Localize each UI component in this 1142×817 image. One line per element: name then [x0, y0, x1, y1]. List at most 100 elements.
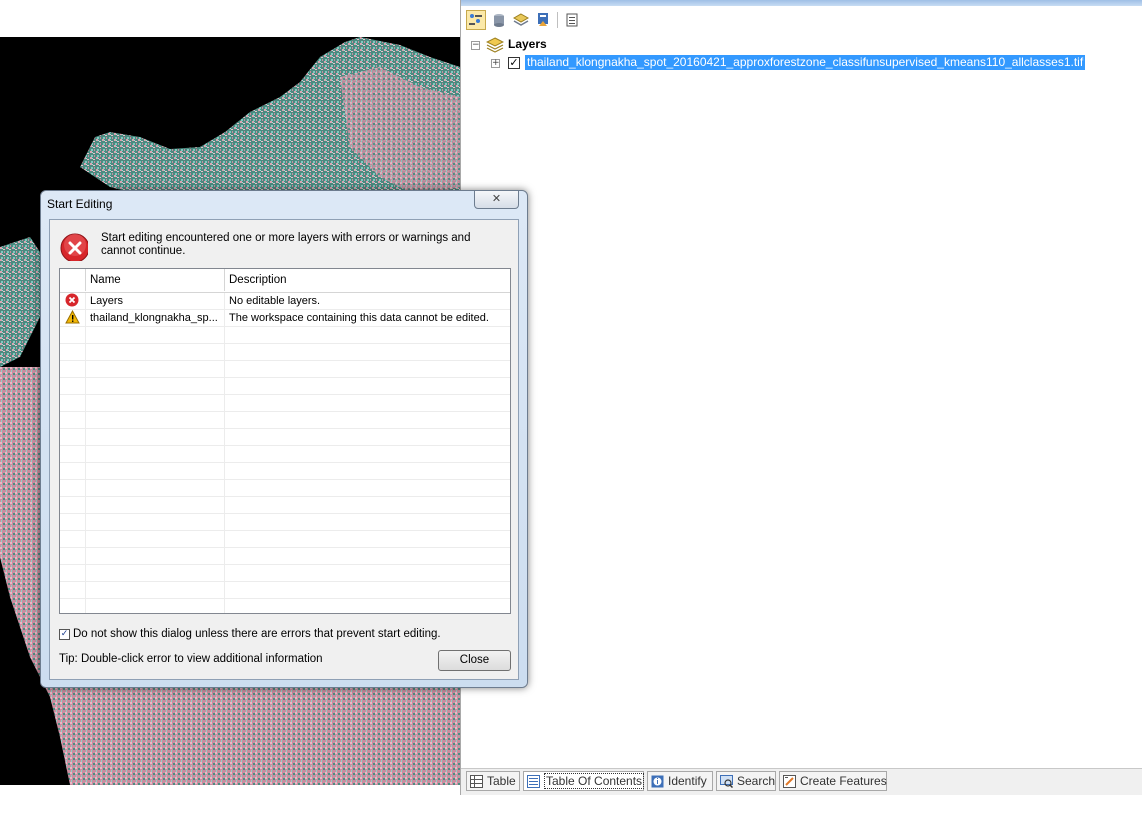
- empty-table-row: [60, 395, 510, 412]
- row-icon-cell: [60, 514, 86, 530]
- layer-visibility-checkbox[interactable]: ✓: [508, 57, 520, 69]
- empty-table-row: [60, 565, 510, 582]
- error-icon: [60, 293, 86, 309]
- start-editing-dialog: Start Editing ✕ Start editing encountere…: [40, 190, 528, 688]
- list-by-selection-icon[interactable]: [533, 10, 553, 30]
- layers-group-icon: [485, 37, 505, 56]
- empty-table-row: [60, 378, 510, 395]
- empty-table-row: [60, 463, 510, 480]
- options-icon[interactable]: [562, 10, 582, 30]
- row-name: [86, 599, 225, 613]
- row-description: [225, 497, 510, 513]
- row-description: [225, 565, 510, 581]
- row-icon-cell: [60, 344, 86, 360]
- layers-group-label[interactable]: Layers: [508, 37, 547, 51]
- row-icon-cell: [60, 412, 86, 428]
- row-icon-cell: [60, 548, 86, 564]
- row-name: [86, 463, 225, 479]
- row-name: [86, 565, 225, 581]
- grid-header: Name Description: [60, 269, 510, 293]
- empty-table-row: [60, 412, 510, 429]
- column-description[interactable]: Description: [225, 269, 510, 291]
- tab-create-features-label: Create Features: [800, 774, 887, 788]
- row-description: [225, 429, 510, 445]
- collapse-layers-icon[interactable]: −: [471, 41, 480, 50]
- tab-table-label: Table: [487, 774, 516, 788]
- close-button[interactable]: Close: [438, 650, 511, 671]
- tip-text: Tip: Double-click error to view addition…: [59, 653, 323, 665]
- toc-toolbar: [461, 6, 1142, 35]
- error-list-grid[interactable]: Name Description Layers No editable layer…: [59, 268, 511, 614]
- toc-icon: [527, 774, 540, 788]
- row-name: [86, 395, 225, 411]
- row-name: [86, 361, 225, 377]
- row-name: [86, 378, 225, 394]
- grid-icon-column: [60, 269, 86, 291]
- table-row[interactable]: Layers No editable layers.: [60, 293, 510, 310]
- empty-table-row: [60, 599, 510, 613]
- row-name: [86, 327, 225, 343]
- row-icon-cell: [60, 480, 86, 496]
- row-name: [86, 548, 225, 564]
- row-description: [225, 599, 510, 613]
- tab-table[interactable]: Table: [466, 771, 520, 791]
- empty-table-row: [60, 361, 510, 378]
- row-name: [86, 344, 225, 360]
- list-by-source-icon[interactable]: [489, 10, 509, 30]
- row-icon-cell: [60, 378, 86, 394]
- table-row[interactable]: thailand_klongnakha_sp... The workspace c…: [60, 310, 510, 327]
- row-icon-cell: [60, 582, 86, 598]
- create-features-icon: [783, 774, 796, 788]
- tab-identify-label: Identify: [668, 774, 707, 788]
- list-by-visibility-icon[interactable]: [511, 10, 531, 30]
- row-description: [225, 361, 510, 377]
- row-description: The workspace containing this data canno…: [229, 312, 489, 324]
- row-icon-cell: [60, 446, 86, 462]
- tab-search-label: Search: [737, 774, 776, 788]
- expand-layer-icon[interactable]: +: [491, 59, 500, 68]
- row-description: [225, 378, 510, 394]
- dock-tab-strip: Table Table Of Contents Identify Search …: [461, 768, 1142, 795]
- column-name[interactable]: Name: [86, 269, 225, 291]
- layer-name-selected[interactable]: thailand_klongnakha_spot_20160421_approx…: [525, 55, 1086, 70]
- row-icon-cell: [60, 599, 86, 613]
- list-by-drawing-order-icon[interactable]: [466, 10, 486, 30]
- empty-table-row: [60, 480, 510, 497]
- dont-show-checkbox[interactable]: ✓: [59, 628, 70, 640]
- row-description: [225, 531, 510, 547]
- warning-icon: [60, 310, 86, 326]
- dialog-close-button[interactable]: ✕: [474, 190, 519, 209]
- tab-search[interactable]: Search: [716, 771, 776, 791]
- empty-table-row: [60, 548, 510, 565]
- tab-table-of-contents[interactable]: Table Of Contents: [523, 771, 645, 791]
- identify-icon: [651, 775, 664, 788]
- row-icon-cell: [60, 531, 86, 547]
- row-description: [225, 446, 510, 462]
- row-description: [225, 463, 510, 479]
- row-name: Layers: [86, 293, 225, 309]
- row-icon-cell: [60, 429, 86, 445]
- empty-table-row: [60, 531, 510, 548]
- dialog-title: Start Editing: [47, 197, 113, 211]
- row-name: [86, 412, 225, 428]
- empty-table-row: [60, 429, 510, 446]
- dont-show-label: Do not show this dialog unless there are…: [73, 628, 441, 640]
- row-name: [86, 582, 225, 598]
- row-name: [86, 480, 225, 496]
- row-description: [225, 514, 510, 530]
- search-icon: [720, 774, 734, 788]
- row-description: [225, 344, 510, 360]
- row-description: [225, 582, 510, 598]
- row-description: [225, 412, 510, 428]
- dont-show-option[interactable]: ✓ Do not show this dialog unless there a…: [59, 628, 441, 640]
- empty-table-row: [60, 344, 510, 361]
- tab-identify[interactable]: Identify: [647, 771, 713, 791]
- row-name: [86, 446, 225, 462]
- tab-toc-label: Table Of Contents: [544, 773, 645, 789]
- row-name: [86, 531, 225, 547]
- row-description: [225, 395, 510, 411]
- tab-create-features[interactable]: Create Features: [779, 771, 887, 791]
- table-icon: [470, 774, 483, 788]
- row-icon-cell: [60, 463, 86, 479]
- row-icon-cell: [60, 395, 86, 411]
